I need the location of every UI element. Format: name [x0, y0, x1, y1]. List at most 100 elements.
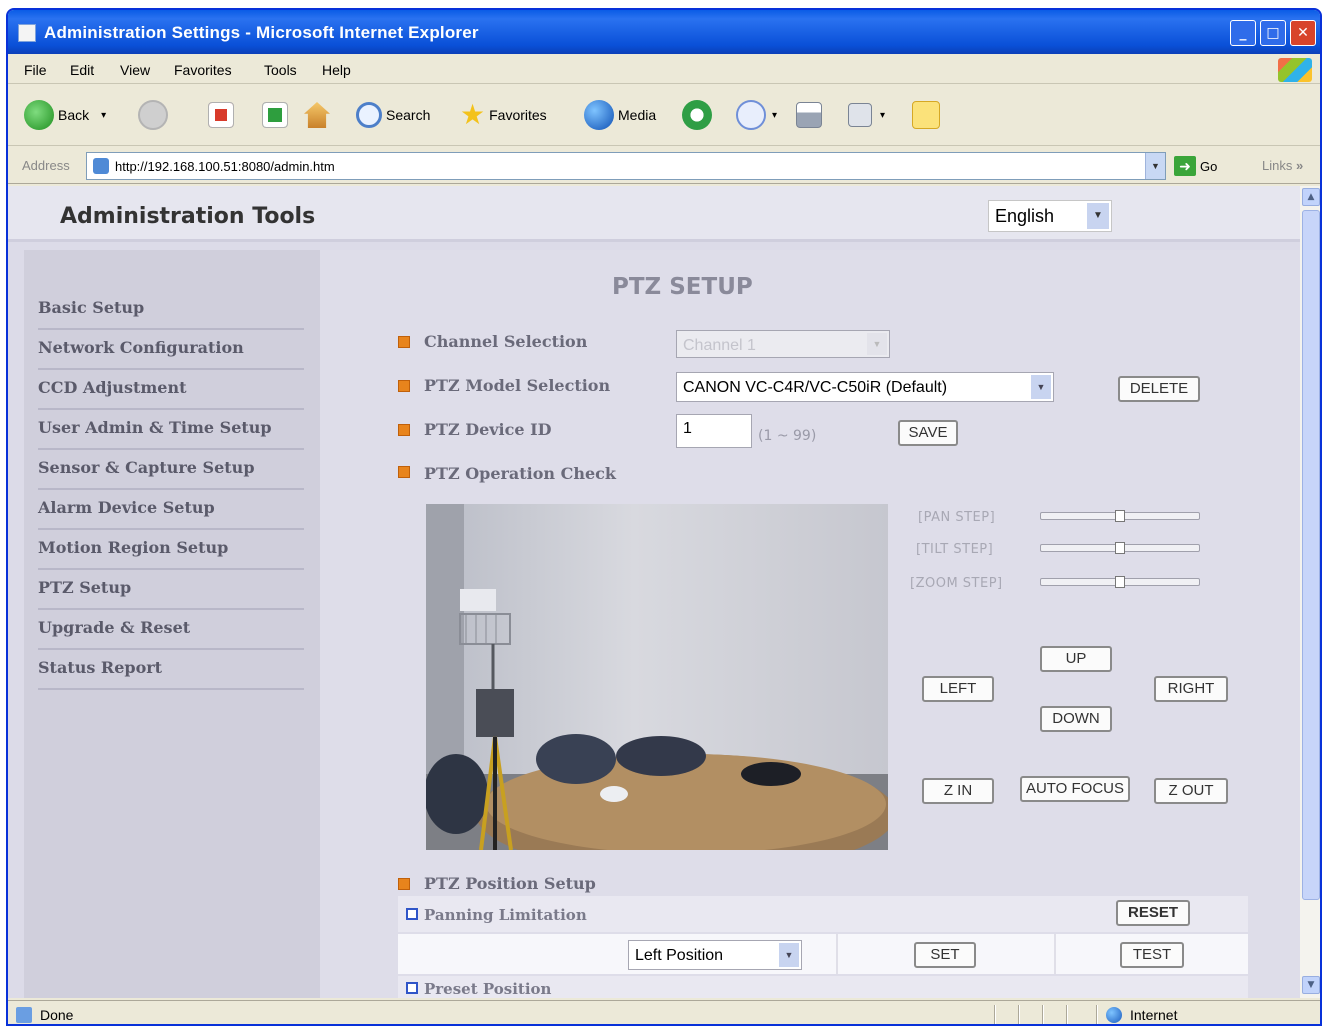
maximize-button[interactable]: □: [1260, 20, 1286, 46]
square-bullet-icon: [406, 908, 418, 920]
auto-focus-button[interactable]: AUTO FOCUS: [1020, 776, 1130, 802]
sidebar-item-motion-region[interactable]: Motion Region Setup: [38, 530, 304, 570]
menu-help[interactable]: Help: [322, 62, 351, 78]
search-button[interactable]: Search: [356, 100, 430, 130]
print-button[interactable]: [796, 100, 822, 130]
back-label: Back: [58, 107, 90, 123]
set-button[interactable]: SET: [914, 942, 976, 968]
panning-position-select[interactable]: Left Position ▼: [628, 940, 802, 970]
language-select[interactable]: English ▼: [988, 200, 1112, 232]
scroll-down-icon[interactable]: ▼: [1302, 976, 1320, 994]
device-id-input[interactable]: 1: [676, 414, 752, 448]
status-divider: [994, 1005, 996, 1024]
media-button[interactable]: Media: [584, 100, 656, 130]
refresh-button[interactable]: [262, 100, 288, 130]
search-label: Search: [386, 107, 431, 123]
security-zone-label: Internet: [1130, 1007, 1178, 1023]
go-button[interactable]: ➜ Go: [1174, 156, 1217, 176]
column-divider: [1054, 934, 1056, 974]
menu-edit[interactable]: Edit: [70, 62, 94, 78]
section-bullet-icon: [398, 336, 410, 348]
sidebar-item-status-report[interactable]: Status Report: [38, 650, 304, 690]
ptz-down-button[interactable]: DOWN: [1040, 706, 1112, 732]
section-bullet-icon: [398, 878, 410, 890]
sidebar-item-alarm-device[interactable]: Alarm Device Setup: [38, 490, 304, 530]
page-status-icon: [16, 1007, 32, 1023]
sidebar-item-sensor-capture[interactable]: Sensor & Capture Setup: [38, 450, 304, 490]
sidebar-item-user-admin[interactable]: User Admin & Time Setup: [38, 410, 304, 450]
scrollbar-thumb[interactable]: [1302, 210, 1320, 900]
tilt-step-handle[interactable]: [1115, 542, 1125, 554]
media-icon: [584, 100, 614, 130]
history-icon: [682, 100, 712, 130]
ptz-model-select[interactable]: CANON VC-C4R/VC-C50iR (Default) ▼: [676, 372, 1054, 402]
save-button[interactable]: SAVE: [898, 420, 958, 446]
zoom-step-handle[interactable]: [1115, 576, 1125, 588]
stop-button[interactable]: [208, 100, 234, 130]
close-button[interactable]: ✕: [1290, 20, 1316, 46]
messenger-button[interactable]: [912, 100, 940, 130]
ptz-left-button[interactable]: LEFT: [922, 676, 994, 702]
reset-button[interactable]: RESET: [1116, 900, 1190, 926]
zoom-in-button[interactable]: Z IN: [922, 778, 994, 804]
panning-position-row: Left Position ▼ SET TEST: [398, 934, 1248, 974]
pan-step-handle[interactable]: [1115, 510, 1125, 522]
preset-position-row: Preset Position: [398, 976, 1248, 998]
zoom-step-label: [ZOOM STEP]: [910, 576, 1003, 591]
forward-button[interactable]: [138, 100, 168, 130]
edit-button[interactable]: ▾: [848, 100, 885, 130]
sidebar-item-network-configuration[interactable]: Network Configuration: [38, 330, 304, 370]
vertical-scrollbar[interactable]: ▲ ▼: [1300, 186, 1320, 998]
channel-select[interactable]: Channel 1 ▼: [676, 330, 890, 358]
print-icon: [796, 102, 822, 128]
menu-file[interactable]: File: [24, 62, 47, 78]
search-icon: [356, 102, 382, 128]
links-button[interactable]: Links »: [1262, 158, 1303, 173]
back-button[interactable]: Back ▾: [24, 100, 106, 130]
model-selection-label: PTZ Model Selection: [424, 376, 611, 395]
panning-limitation-row: Panning Limitation RESET: [398, 896, 1248, 932]
menu-favorites[interactable]: Favorites: [174, 62, 232, 78]
sidebar-item-upgrade-reset[interactable]: Upgrade & Reset: [38, 610, 304, 650]
page-icon: [93, 158, 109, 174]
minimize-button[interactable]: _: [1230, 20, 1256, 46]
main-content: PTZ SETUP Channel Selection Channel 1 ▼ …: [320, 250, 1300, 998]
operation-check-label: PTZ Operation Check: [424, 464, 617, 483]
mail-button[interactable]: ▾: [736, 100, 777, 130]
address-dropdown-icon[interactable]: ▼: [1145, 153, 1165, 179]
ptz-right-button[interactable]: RIGHT: [1154, 676, 1228, 702]
menu-view[interactable]: View: [120, 62, 150, 78]
preset-position-label: Preset Position: [424, 980, 552, 998]
ptz-up-button[interactable]: UP: [1040, 646, 1112, 672]
scroll-up-icon[interactable]: ▲: [1302, 188, 1320, 206]
section-bullet-icon: [398, 424, 410, 436]
sidebar-item-ccd-adjustment[interactable]: CCD Adjustment: [38, 370, 304, 410]
media-label: Media: [618, 107, 657, 123]
address-input[interactable]: http://192.168.100.51:8080/admin.htm ▼: [86, 152, 1166, 180]
sidebar-item-ptz-setup[interactable]: PTZ Setup: [38, 570, 304, 610]
sidebar-item-basic-setup[interactable]: Basic Setup: [38, 290, 304, 330]
test-button[interactable]: TEST: [1120, 942, 1184, 968]
status-divider: [1018, 1005, 1020, 1024]
status-bar: Done Internet: [8, 1000, 1320, 1024]
zoom-out-button[interactable]: Z OUT: [1154, 778, 1228, 804]
go-arrow-icon: ➜: [1174, 156, 1196, 176]
channel-selection-label: Channel Selection: [424, 332, 588, 351]
language-value: English: [995, 206, 1055, 226]
zoom-step-slider[interactable]: [1040, 576, 1200, 588]
go-label: Go: [1200, 158, 1218, 174]
edit-dropdown-icon: ▾: [880, 109, 886, 121]
delete-button[interactable]: DELETE: [1118, 376, 1200, 402]
history-button[interactable]: [682, 100, 712, 130]
favorites-button[interactable]: ★ Favorites: [460, 100, 547, 130]
square-bullet-icon: [406, 982, 418, 994]
pan-step-slider[interactable]: [1040, 510, 1200, 522]
channel-value: Channel 1: [683, 337, 756, 354]
menu-tools[interactable]: Tools: [264, 62, 297, 78]
back-arrow-icon: [24, 100, 54, 130]
home-button[interactable]: [304, 100, 330, 130]
chevron-down-icon: ▼: [867, 333, 887, 355]
tilt-step-slider[interactable]: [1040, 542, 1200, 554]
internet-zone-icon: [1106, 1007, 1122, 1023]
favorites-star-icon: ★: [460, 99, 486, 130]
